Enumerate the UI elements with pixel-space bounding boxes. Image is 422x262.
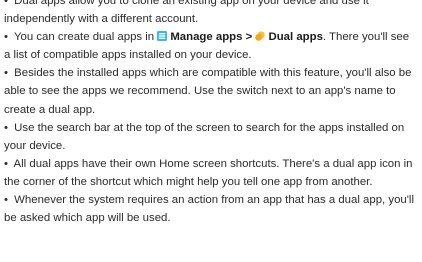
bullet: •: [4, 0, 8, 7]
item-text: Besides the installed apps which are com…: [4, 67, 412, 116]
help-content: • Dual apps allow you to clone an existi…: [4, 0, 418, 227]
list-item-4: • Use the search bar at the top of the s…: [4, 119, 418, 155]
bullet: •: [4, 67, 8, 80]
bullet: •: [4, 194, 8, 207]
help-page: { "partial_top_line": "Dual apps", "bull…: [0, 0, 422, 262]
list-item-1: • Dual apps allow you to clone an existi…: [4, 0, 418, 28]
item-text-pre: You can create dual apps in: [13, 31, 155, 44]
list-item-3: • Besides the installed apps which are c…: [4, 64, 418, 118]
dual-apps-link[interactable]: Dual apps: [268, 31, 322, 43]
bullet: •: [4, 157, 8, 170]
list-item-6: • Whenever the system requires an action…: [4, 191, 418, 227]
path-separator: >: [245, 31, 253, 44]
dual-apps-icon: [255, 31, 266, 41]
bullet: •: [4, 31, 8, 44]
item-text: Dual apps allow you to clone an existing…: [4, 0, 369, 26]
manage-apps-icon: [157, 31, 168, 42]
item-text: Whenever the system requires an action f…: [4, 194, 414, 225]
item-text: Use the search bar at the top of the scr…: [4, 121, 405, 152]
list-item-5: • All dual apps have their own Home scre…: [4, 155, 418, 191]
manage-apps-link[interactable]: Manage apps: [170, 31, 242, 43]
item-text: All dual apps have their own Home screen…: [4, 157, 413, 188]
list-item-2: • You can create dual apps in Manage app…: [4, 28, 418, 64]
bullet: •: [4, 121, 8, 134]
